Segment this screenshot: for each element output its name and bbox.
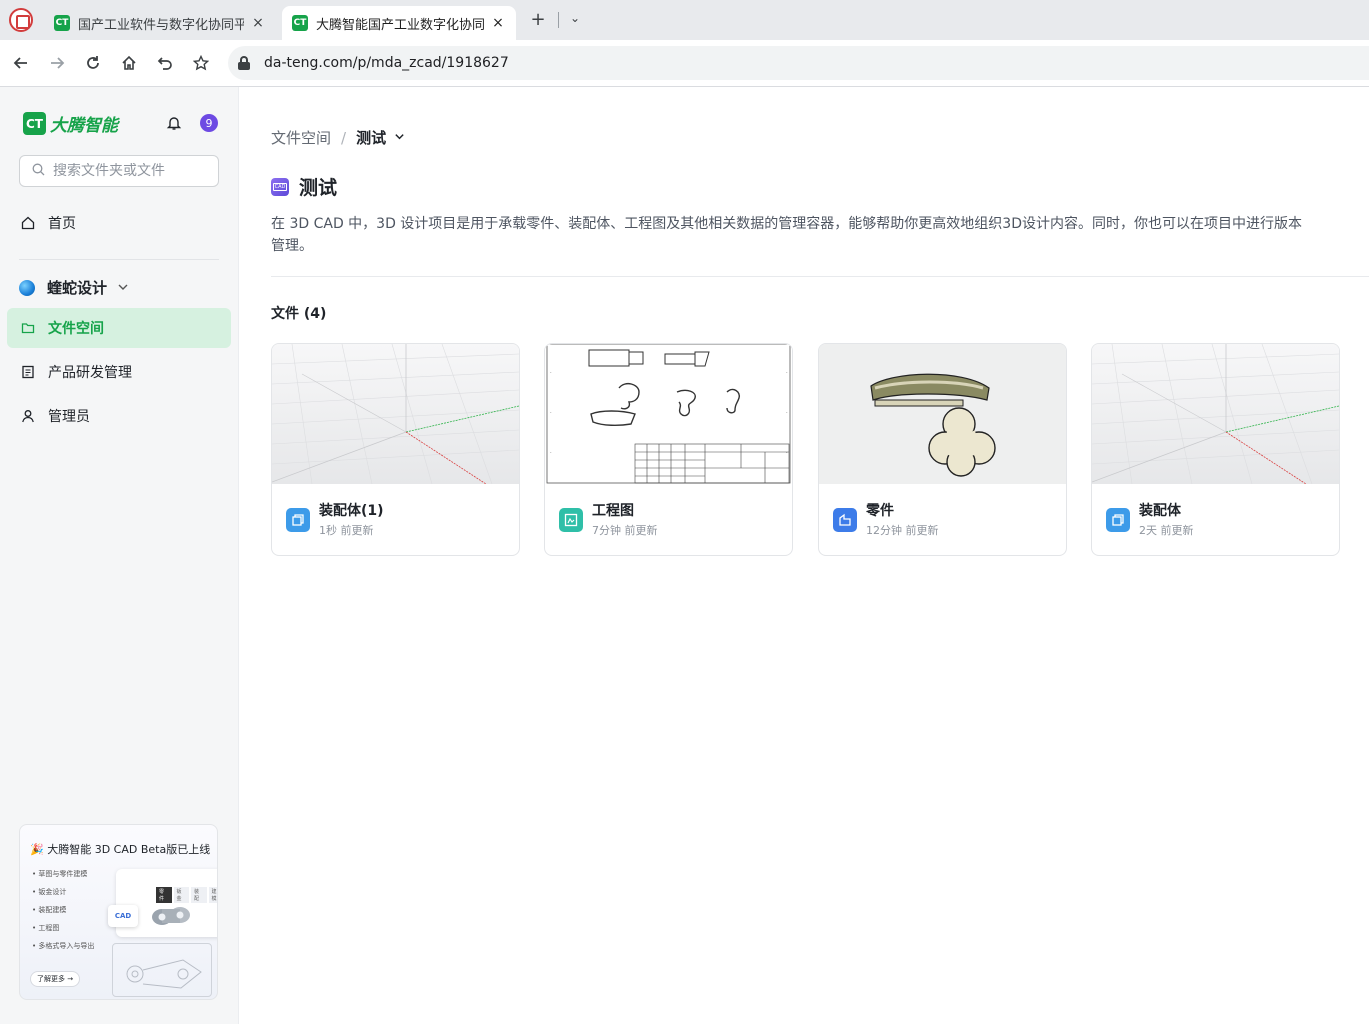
browser-logo-icon (9, 8, 33, 32)
file-card[interactable]: 装配体(1) 1秒 前更新 (271, 343, 520, 556)
promo-feature: 草图与零件建模 (32, 869, 94, 887)
tab-favicon-icon: CT (292, 15, 308, 31)
tab-title: 国产工业软件与数字化协同平 (78, 17, 244, 33)
breadcrumb-separator: / (341, 128, 347, 147)
new-tab-button[interactable]: + (528, 9, 548, 30)
files-heading: 文件 (4) (271, 306, 327, 322)
logo-mark-icon: CT (23, 112, 46, 135)
tab-favicon-icon: CT (54, 15, 70, 31)
logo-text: 大腾智能 (50, 116, 118, 136)
file-thumbnail-image (272, 344, 519, 484)
tab-title: 大腾智能国产工业数字化协同 (316, 17, 484, 33)
undo-icon[interactable] (153, 51, 177, 75)
file-name: 零件 (866, 503, 894, 519)
page-title: CAD 测试 (271, 173, 337, 200)
sidebar-item-label: 管理员 (48, 409, 90, 425)
browser-tab-2[interactable]: CT 大腾智能国产工业数字化协同 × (282, 6, 516, 40)
section-divider (271, 276, 1369, 277)
team-selector[interactable]: 蝰蛇设计 (19, 277, 129, 298)
browser-tab-1[interactable]: CT 国产工业软件与数字化协同平 × (44, 6, 276, 40)
breadcrumb-current[interactable]: 测试 (356, 127, 386, 148)
browser-toolbar: da-teng.com/p/mda_zcad/1918627 (0, 40, 1369, 87)
file-info: 零件 12分钟 前更新 (833, 501, 939, 539)
sidebar-item-file-space[interactable]: 文件空间 (7, 308, 231, 348)
file-thumbnail-image: --- --- (545, 344, 792, 484)
sidebar-item-admin[interactable]: 管理员 (7, 396, 231, 436)
file-updated-time: 1秒 前更新 (319, 524, 374, 537)
promo-tab: 建模 (208, 887, 217, 903)
drawing-icon (559, 508, 583, 532)
home-icon[interactable] (117, 51, 141, 75)
tab-list-chevron-icon[interactable]: ⌄ (570, 11, 580, 25)
search-icon (32, 163, 45, 180)
project-description: 在 3D CAD 中，3D 设计项目是用于承载零件、装配体、工程图及其他相关数据… (271, 216, 1302, 254)
file-name: 装配体 (1139, 503, 1181, 519)
file-updated-time: 7分钟 前更新 (592, 524, 658, 537)
file-thumbnail-image (819, 344, 1066, 484)
cad-part-image (150, 901, 192, 929)
file-card[interactable]: 装配体 2天 前更新 (1091, 343, 1340, 556)
notification-count-badge[interactable]: 9 (200, 114, 218, 132)
promo-feature: 钣金设计 (32, 887, 94, 905)
file-updated-time: 12分钟 前更新 (866, 524, 939, 537)
team-avatar (19, 279, 35, 296)
main-content: 文件空间 / 测试 CAD 测试 在 3D CAD 中，3D 设计项目是用于承载… (239, 87, 1369, 1024)
promo-feature-list: 草图与零件建模 钣金设计 装配建模 工程图 多格式导入与导出 (32, 869, 94, 959)
home-icon (20, 215, 36, 231)
assembly-icon (286, 508, 310, 532)
cad-chip: CAD (108, 905, 138, 927)
sidebar-item-product-rd[interactable]: 产品研发管理 (7, 352, 231, 392)
chevron-down-icon[interactable] (394, 131, 405, 145)
team-name: 蝰蛇设计 (47, 279, 108, 297)
file-info: 工程图 7分钟 前更新 (559, 501, 658, 539)
promo-feature: 工程图 (32, 923, 94, 941)
browser-tab-strip: CT 国产工业软件与数字化协同平 × CT 大腾智能国产工业数字化协同 × + … (0, 0, 1369, 40)
url-text[interactable]: da-teng.com/p/mda_zcad/1918627 (264, 55, 509, 71)
folder-icon (20, 320, 36, 336)
search-input[interactable] (53, 163, 203, 179)
file-thumbnail-image (1092, 344, 1339, 484)
promo-title: 🎉 大腾智能 3D CAD Beta版已上线 (30, 843, 211, 856)
sidebar-item-label: 产品研发管理 (48, 365, 132, 381)
page-title-text: 测试 (299, 177, 338, 199)
sidebar: CT 大腾智能 9 首页 蝰蛇设计 文件空间 产品研发管理 (0, 87, 239, 1024)
tab-close-icon[interactable]: × (490, 15, 506, 31)
forward-arrow-icon[interactable] (45, 51, 69, 75)
assembly-icon (1106, 508, 1130, 532)
part-icon (833, 508, 857, 532)
breadcrumb-link[interactable]: 文件空间 (271, 127, 331, 148)
learn-more-button[interactable]: 了解更多 → (30, 971, 81, 987)
document-list-icon (20, 364, 36, 380)
file-info: 装配体(1) 1秒 前更新 (286, 501, 384, 539)
bell-icon[interactable] (166, 115, 182, 131)
back-arrow-icon[interactable] (9, 51, 33, 75)
address-bar[interactable]: da-teng.com/p/mda_zcad/1918627 (228, 46, 1369, 80)
tab-close-icon[interactable]: × (250, 15, 266, 31)
file-card[interactable]: 零件 12分钟 前更新 (818, 343, 1067, 556)
promo-feature: 装配建模 (32, 905, 94, 923)
file-name: 工程图 (592, 503, 634, 519)
file-name: 装配体(1) (319, 503, 384, 519)
sidebar-item-home[interactable]: 首页 (7, 203, 231, 243)
chevron-down-icon (117, 279, 129, 297)
tab-separator (558, 12, 559, 28)
promo-tab: 装配 (191, 887, 207, 903)
search-box[interactable] (19, 155, 219, 187)
file-info: 装配体 2天 前更新 (1106, 501, 1194, 539)
file-updated-time: 2天 前更新 (1139, 524, 1194, 537)
bookmark-star-icon[interactable] (189, 51, 213, 75)
drawing-sketch-image (112, 943, 212, 997)
file-card[interactable]: --- --- 工程图 7分钟 前更新 (544, 343, 793, 556)
reload-icon[interactable] (81, 51, 105, 75)
breadcrumb: 文件空间 / 测试 (271, 127, 405, 148)
brand-logo[interactable]: CT 大腾智能 (23, 111, 118, 136)
user-icon (20, 408, 36, 424)
sidebar-divider (19, 259, 219, 260)
sidebar-item-label: 文件空间 (48, 321, 104, 337)
promo-feature: 多格式导入与导出 (32, 941, 94, 959)
promo-banner[interactable]: 🎉 大腾智能 3D CAD Beta版已上线 草图与零件建模 钣金设计 装配建模… (19, 824, 218, 1000)
sidebar-item-label: 首页 (48, 216, 76, 232)
cad-project-icon: CAD (271, 177, 289, 196)
lock-icon (238, 56, 250, 70)
